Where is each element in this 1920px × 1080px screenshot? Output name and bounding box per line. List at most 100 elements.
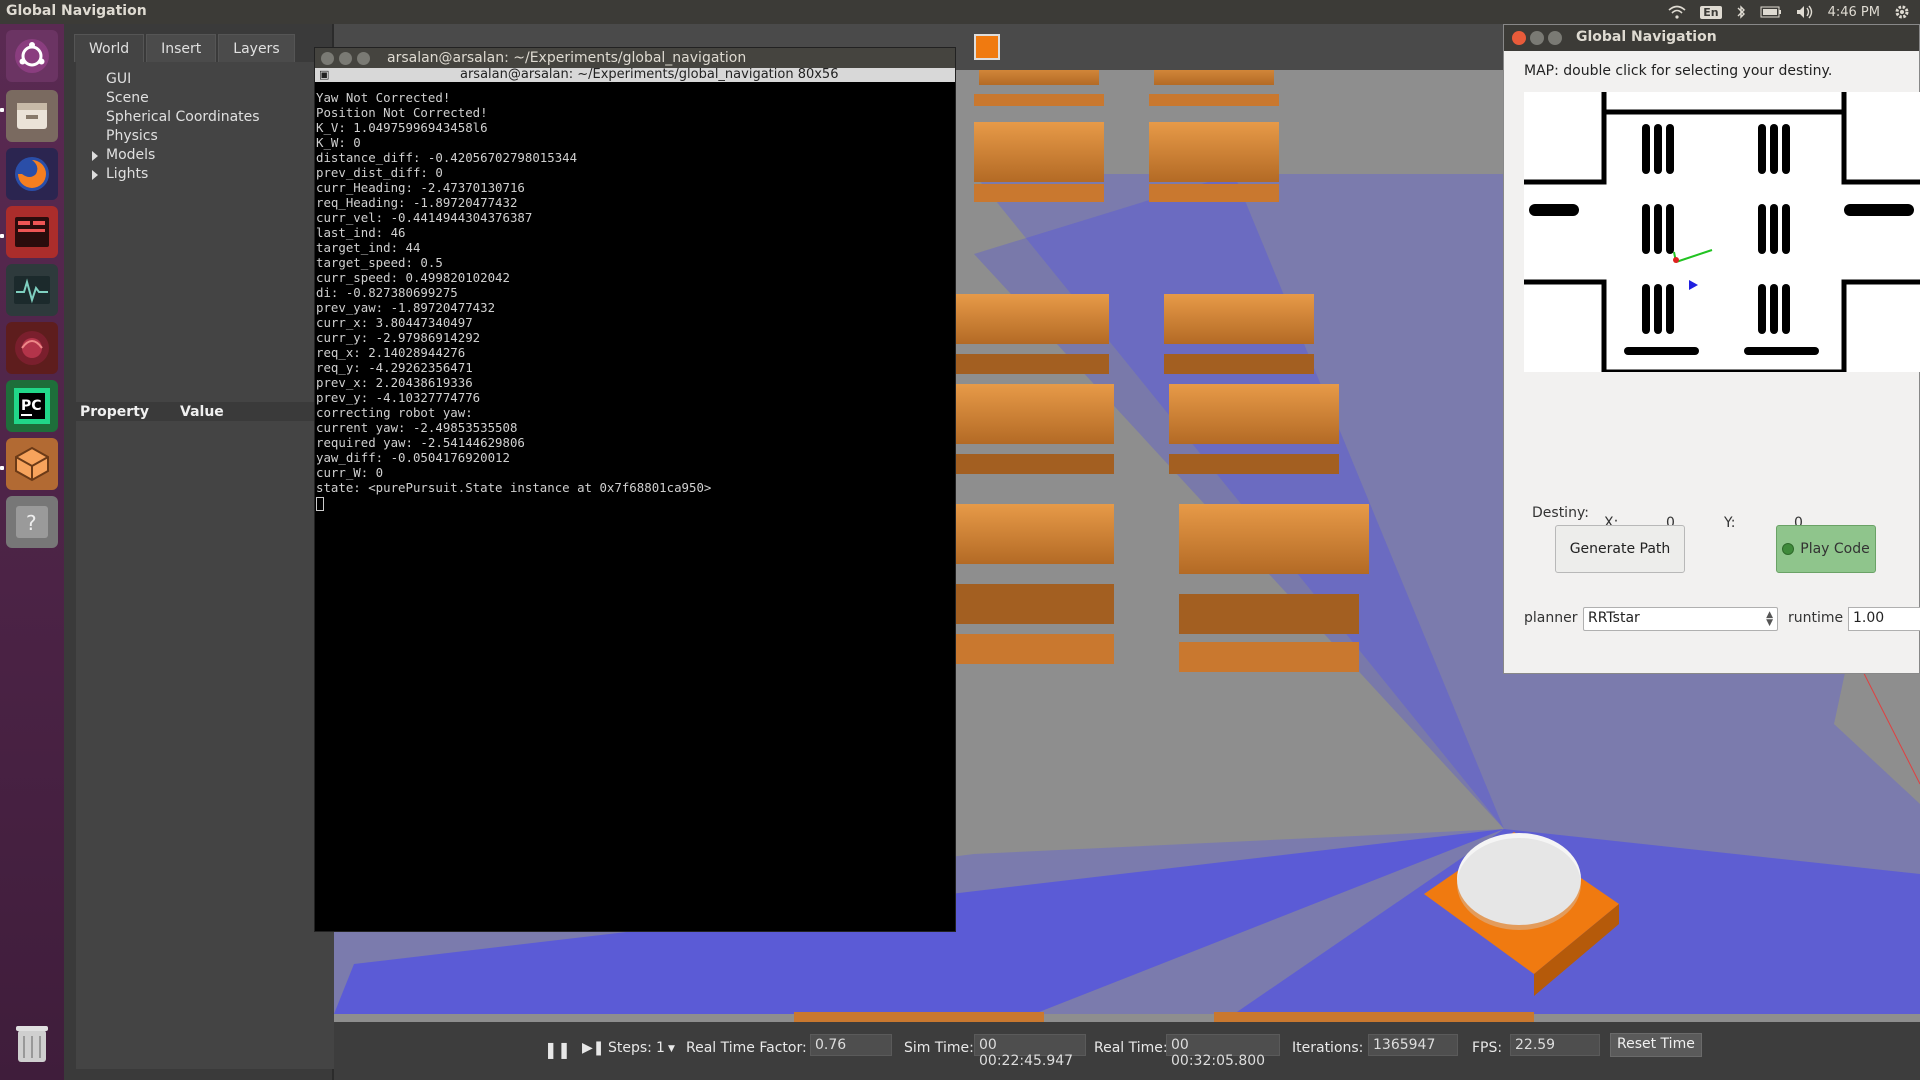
fps-field: 22.59: [1510, 1034, 1600, 1056]
tab-world[interactable]: World: [74, 34, 145, 62]
y-label: Y:: [1724, 515, 1736, 531]
terminal-line: Yaw Not Corrected!: [316, 90, 451, 105]
terminal-line: curr_speed: 0.499820102042: [316, 270, 510, 285]
terminal-cursor: [316, 496, 324, 511]
terminal-line: K_W: 0: [316, 135, 361, 150]
maximize-icon[interactable]: [1548, 31, 1562, 45]
shelf: [974, 59, 1104, 202]
minimize-icon[interactable]: [1530, 31, 1544, 45]
terminal-line: yaw_diff: -0.0504176920012: [316, 450, 510, 465]
top-menu-bar: Global Navigation En 4:46 PM: [0, 0, 1920, 24]
rviz-icon[interactable]: [6, 322, 58, 374]
map-drawing: [1524, 92, 1920, 375]
terminal-line: last_ind: 46: [316, 225, 406, 240]
step-icon[interactable]: ▶❚: [582, 1040, 605, 1056]
play-status-icon: [1782, 543, 1795, 555]
firefox-icon[interactable]: [6, 148, 58, 200]
real-time-field: 00 00:32:05.800: [1166, 1034, 1280, 1069]
terminal-line: di: -0.827380699275: [316, 285, 458, 300]
terminal-line: curr_x: 3.80447340497: [316, 315, 473, 330]
chevron-up-down-icon: ▲ ▼: [1766, 610, 1773, 628]
steps-value[interactable]: 1: [656, 1040, 665, 1056]
terminal-line: Position Not Corrected!: [316, 105, 488, 120]
expand-arrow-icon[interactable]: [92, 170, 98, 180]
planner-select[interactable]: RRTstar ▲ ▼: [1583, 607, 1778, 631]
global-navigation-window: Global Navigation MAP: double click for …: [1503, 24, 1920, 674]
terminal-line: req_y: -4.29262356471: [316, 360, 473, 375]
shelf: [1149, 59, 1279, 202]
terminal-line: prev_y: -4.10327774776: [316, 390, 481, 405]
planner-selected-value: RRTstar: [1588, 610, 1640, 626]
wifi-icon[interactable]: [1668, 5, 1686, 19]
volume-icon[interactable]: [1796, 5, 1814, 19]
play-code-label: Play Code: [1800, 541, 1870, 557]
tab-insert[interactable]: Insert: [146, 34, 217, 62]
gear-icon[interactable]: [1894, 4, 1910, 20]
chevron-down-icon[interactable]: ▼: [668, 1044, 675, 1054]
close-icon[interactable]: [1512, 31, 1526, 45]
terminal-line: target_ind: 44: [316, 240, 421, 255]
steps-label: Steps:: [608, 1040, 652, 1056]
battery-icon[interactable]: [1760, 6, 1782, 18]
files-icon[interactable]: [6, 90, 58, 142]
terminal-line: prev_dist_diff: 0: [316, 165, 443, 180]
gazebo-left-panel: World Insert Layers GUI Scene Spherical …: [64, 24, 386, 1080]
terminal-subtitle: arsalan@arsalan: ~/Experiments/global_na…: [460, 67, 839, 82]
terminal-titlebar[interactable]: arsalan@arsalan: ~/Experiments/global_na…: [315, 48, 955, 68]
value-column-header[interactable]: Value: [180, 404, 224, 420]
terminal-line: curr_y: -2.97986914292: [316, 330, 481, 345]
svg-text:PC: PC: [21, 398, 42, 414]
generate-path-button[interactable]: Generate Path: [1555, 525, 1685, 573]
terminal-window[interactable]: arsalan@arsalan: ~/Experiments/global_na…: [314, 47, 956, 932]
unity-launcher: PC ?: [0, 24, 64, 1080]
rtf-label: Real Time Factor:: [686, 1040, 807, 1056]
terminal-menu-icon[interactable]: ▣: [319, 68, 329, 81]
terminal-line: curr_W: 0: [316, 465, 384, 480]
nav-titlebar[interactable]: Global Navigation: [1504, 25, 1919, 51]
keyboard-layout-indicator[interactable]: En: [1700, 5, 1722, 19]
svg-text:?: ?: [26, 511, 37, 535]
terminal-app-icon[interactable]: [6, 206, 58, 258]
play-code-button[interactable]: Play Code: [1776, 525, 1876, 573]
reset-time-button[interactable]: Reset Time: [1610, 1033, 1702, 1057]
runtime-input[interactable]: 1.00: [1848, 607, 1920, 631]
pycharm-icon[interactable]: PC: [6, 380, 58, 432]
gazebo-icon[interactable]: [6, 438, 58, 490]
terminal-line: state: <purePursuit.State instance at 0x…: [316, 480, 712, 495]
ubuntu-dash-icon[interactable]: [6, 30, 58, 82]
expand-arrow-icon[interactable]: [92, 151, 98, 161]
box-shape-icon[interactable]: [974, 34, 1000, 60]
map-canvas[interactable]: [1524, 92, 1920, 375]
terminal-title: arsalan@arsalan: ~/Experiments/global_na…: [387, 50, 747, 66]
maximize-icon[interactable]: [357, 52, 370, 65]
close-icon[interactable]: [321, 52, 334, 65]
terminal-line: K_V: 1.04975996943458l6: [316, 120, 488, 135]
terminal-output[interactable]: Yaw Not Corrected! Position Not Corrected…: [316, 90, 711, 511]
unknown-app-icon[interactable]: ?: [6, 496, 58, 548]
map-hint: MAP: double click for selecting your des…: [1524, 63, 1833, 79]
terminal-tab-bar: ▣ arsalan@arsalan: ~/Experiments/global_…: [315, 67, 955, 82]
tab-layers[interactable]: Layers: [218, 34, 295, 62]
trash-icon[interactable]: [6, 1018, 58, 1070]
terminal-line: curr_Heading: -2.47370130716: [316, 180, 525, 195]
system-tray: En 4:46 PM: [1668, 0, 1920, 24]
gazebo-tab-bar: World Insert Layers: [74, 34, 295, 62]
real-time-label: Real Time:: [1094, 1040, 1168, 1056]
minimize-icon[interactable]: [339, 52, 352, 65]
terminal-line: distance_diff: -0.42056702798015344: [316, 150, 578, 165]
terminal-line: correcting robot yaw:: [316, 405, 473, 420]
terminal-line: required yaw: -2.54144629806: [316, 435, 525, 450]
system-monitor-icon[interactable]: [6, 264, 58, 316]
sim-time-field: 00 00:22:45.947: [974, 1034, 1086, 1069]
property-column-header[interactable]: Property: [80, 404, 149, 420]
bluetooth-icon[interactable]: [1736, 4, 1746, 20]
clock[interactable]: 4:46 PM: [1828, 5, 1880, 20]
nav-window-title: Global Navigation: [1576, 29, 1717, 45]
terminal-line: req_Heading: -1.89720477432: [316, 195, 518, 210]
terminal-line: current yaw: -2.49853535508: [316, 420, 518, 435]
sim-time-label: Sim Time:: [904, 1040, 974, 1056]
terminal-line: target_speed: 0.5: [316, 255, 443, 270]
iterations-label: Iterations:: [1292, 1040, 1364, 1056]
pause-icon[interactable]: ❚❚: [544, 1040, 571, 1059]
terminal-line: prev_x: 2.20438619336: [316, 375, 473, 390]
